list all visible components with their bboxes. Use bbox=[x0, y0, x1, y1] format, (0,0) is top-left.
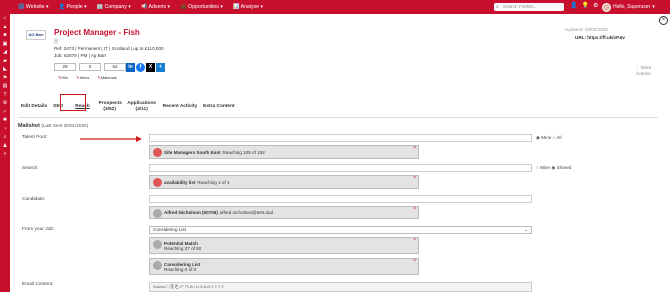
remove-icon[interactable]: × bbox=[413, 175, 416, 181]
remove-icon[interactable]: × bbox=[413, 258, 416, 264]
tab-prospects[interactable]: Prospects (3/52) bbox=[96, 101, 124, 113]
company-logo: AG Barr bbox=[26, 30, 46, 40]
sidebar-settings-icon[interactable]: ⚙ bbox=[0, 99, 10, 108]
talent-radio-all[interactable]: ○ All bbox=[553, 135, 562, 140]
annotation-arrow bbox=[80, 136, 142, 142]
search-icon: ⌕ bbox=[496, 4, 499, 10]
candidate-chip: Alfred Nicholson (50706) alfred.nicholso… bbox=[149, 206, 419, 219]
from-job-label: From your Job: bbox=[22, 227, 55, 232]
menu-adverts[interactable]: 📢 Adverts ▾ bbox=[141, 4, 170, 10]
main-menu: 🌐 Website ▾ 👤 People ▾ 🏢 Company ▾ 📢 Adv… bbox=[18, 0, 263, 14]
chevron-down-icon: ⌄ bbox=[524, 227, 528, 232]
sidebar-home-icon[interactable]: ⌂ bbox=[0, 14, 10, 23]
sidebar-chart-icon[interactable]: ▤ bbox=[0, 82, 10, 91]
x-twitter-icon[interactable]: X bbox=[146, 63, 155, 72]
job-list-chip-potential-match: Potential Match Reaching 37 of 50 × bbox=[149, 237, 419, 254]
sidebar-ads-icon[interactable]: ◢ bbox=[0, 48, 10, 57]
hits-label: Hits bbox=[58, 75, 68, 80]
candidate-label: Candidate: bbox=[22, 197, 46, 202]
stat-counters: 29 0 52 bbox=[54, 63, 126, 71]
add-person-icon[interactable]: 👤 bbox=[570, 2, 577, 9]
close-icon[interactable]: × bbox=[659, 16, 668, 25]
highlight-box bbox=[60, 94, 86, 111]
list-avatar bbox=[153, 261, 162, 270]
sidebar-user-icon[interactable]: ♟ bbox=[0, 142, 10, 151]
sidebar-alert-icon[interactable]: ▲ bbox=[0, 23, 10, 32]
menu-website[interactable]: 🌐 Website ▾ bbox=[18, 4, 49, 10]
mailshot-heading: Mailshot (Last Sent 30/01/2025) bbox=[18, 123, 89, 129]
from-job-select[interactable]: Considering List ⌄ bbox=[149, 226, 532, 234]
bulb-icon[interactable]: 💡 bbox=[581, 2, 588, 9]
sidebar-people-icon[interactable]: ☻ bbox=[0, 31, 10, 40]
chevron-down-icon: ▾ bbox=[652, 4, 655, 10]
email-editor-toolbar[interactable]: Source ⛶ ⎘ ⎗ ↶ ↷ B I U S A Ω ≡ ≡ ≡ ≡ bbox=[149, 282, 532, 292]
hits-count: 29 bbox=[54, 63, 76, 71]
job-list-chip-considering: Considering List Reaching 0 of 0 × bbox=[149, 258, 419, 275]
sidebar-gear-icon[interactable]: ✱ bbox=[0, 116, 10, 125]
menu-people[interactable]: 👤 People ▾ bbox=[59, 4, 87, 10]
tab-bar: Edit Details SEO Reach Prospects (3/52) … bbox=[18, 97, 238, 117]
updated-date: Updated: 02/02/2026 bbox=[565, 27, 608, 32]
tab-extra-content[interactable]: Extra Content bbox=[200, 104, 237, 110]
user-menu[interactable]: Hello, Superuser ▾ bbox=[602, 2, 655, 12]
sidebar-flag-icon[interactable]: ⚑ bbox=[0, 74, 10, 83]
tab-divider bbox=[18, 117, 658, 118]
mailshot-last-sent: (Last Sent 30/01/2025) bbox=[41, 123, 89, 128]
tab-recent-activity[interactable]: Recent Activity bbox=[160, 104, 200, 110]
sidebar-folder-icon[interactable]: ▰ bbox=[0, 57, 10, 66]
list-avatar bbox=[153, 148, 162, 157]
talent-pool-chip: Site Managers South East Reaching 105 of… bbox=[149, 145, 419, 159]
tab-edit-details[interactable]: Edit Details bbox=[18, 104, 50, 110]
remove-icon[interactable]: × bbox=[413, 206, 416, 212]
left-sidebar: ⌂ ▲ ☻ ▣ ◢ ▰ ◣ ⚑ ▤ ? ⚙ ✓ ✱ ◔ ⌕ ♟ » bbox=[0, 14, 10, 292]
stat-labels: Hits Items Matchals bbox=[58, 75, 117, 80]
tab-applications[interactable]: Applications (4/11) bbox=[124, 101, 160, 113]
job-ref-line: Ref: 2473 | Permanent | IT | Scotland | … bbox=[54, 46, 164, 51]
facebook-icon[interactable]: f bbox=[136, 63, 145, 72]
sidebar-search-icon[interactable]: ⌕ bbox=[0, 133, 10, 142]
remove-icon[interactable]: × bbox=[413, 145, 416, 151]
remove-icon[interactable]: × bbox=[413, 237, 416, 243]
list-avatar bbox=[153, 178, 162, 187]
candidate-avatar bbox=[153, 209, 162, 218]
talent-pool-input[interactable] bbox=[149, 134, 532, 142]
search-chip: availability list Reaching 1 of 1 × bbox=[149, 175, 419, 189]
linkedin-icon[interactable]: in bbox=[126, 63, 135, 72]
top-navigation-bar: 🌐 Website ▾ 👤 People ▾ 🏢 Company ▾ 📢 Adv… bbox=[0, 0, 670, 14]
social-share: in f X + bbox=[126, 63, 165, 72]
global-search-input[interactable]: ⌕ Search Firefish... bbox=[494, 3, 564, 11]
menu-opportunities[interactable]: 💼 Opportunities ▾ bbox=[180, 4, 223, 10]
candidate-input[interactable] bbox=[149, 195, 532, 203]
items-count: 0 bbox=[79, 63, 101, 71]
top-icons: 👤 💡 ⚙ bbox=[570, 2, 598, 9]
talent-pool-scope: ◉ Mine ○ All bbox=[536, 135, 561, 141]
search-list-input[interactable] bbox=[149, 164, 532, 172]
sidebar-company-icon[interactable]: ▣ bbox=[0, 40, 10, 49]
matchals-label: Matchals bbox=[97, 75, 117, 80]
menu-company[interactable]: 🏢 Company ▾ bbox=[97, 4, 131, 10]
search-radio-mine[interactable]: ○ Mine bbox=[536, 165, 550, 170]
talent-radio-mine[interactable]: ◉ Mine bbox=[536, 135, 551, 140]
more-actions-button[interactable]: ⋮ More Actions bbox=[628, 65, 658, 77]
search-radio-shared[interactable]: ◉ Shared bbox=[551, 165, 571, 170]
search-label: Search: bbox=[22, 166, 39, 171]
list-avatar bbox=[153, 240, 162, 249]
sidebar-check-icon[interactable]: ✓ bbox=[0, 108, 10, 117]
sidebar-megaphone-icon[interactable]: ◣ bbox=[0, 65, 10, 74]
sidebar-help-icon[interactable]: ? bbox=[0, 91, 10, 100]
items-label: Items bbox=[76, 75, 90, 80]
search-scope: ○ Mine ◉ Shared bbox=[536, 165, 571, 171]
sidebar-expand-icon[interactable]: » bbox=[0, 150, 10, 159]
sidebar-clock-icon[interactable]: ◔ bbox=[0, 125, 10, 134]
job-line: Job: 62679 | PM | Ag Barr bbox=[54, 53, 107, 58]
share-plus-icon[interactable]: + bbox=[156, 63, 165, 72]
page-title: Project Manager - Fish bbox=[54, 28, 140, 37]
talent-pool-label: Talent Pool: bbox=[22, 135, 48, 140]
job-url[interactable]: URL: https://ff.uk/vP.6v bbox=[575, 35, 625, 40]
settings-icon[interactable]: ⚙ bbox=[593, 2, 598, 9]
menu-analyse[interactable]: 📊 Analyse ▾ bbox=[233, 4, 263, 10]
matchals-count: 52 bbox=[104, 63, 126, 71]
email-content-label: Email Content: bbox=[22, 282, 54, 287]
avatar bbox=[602, 2, 611, 12]
